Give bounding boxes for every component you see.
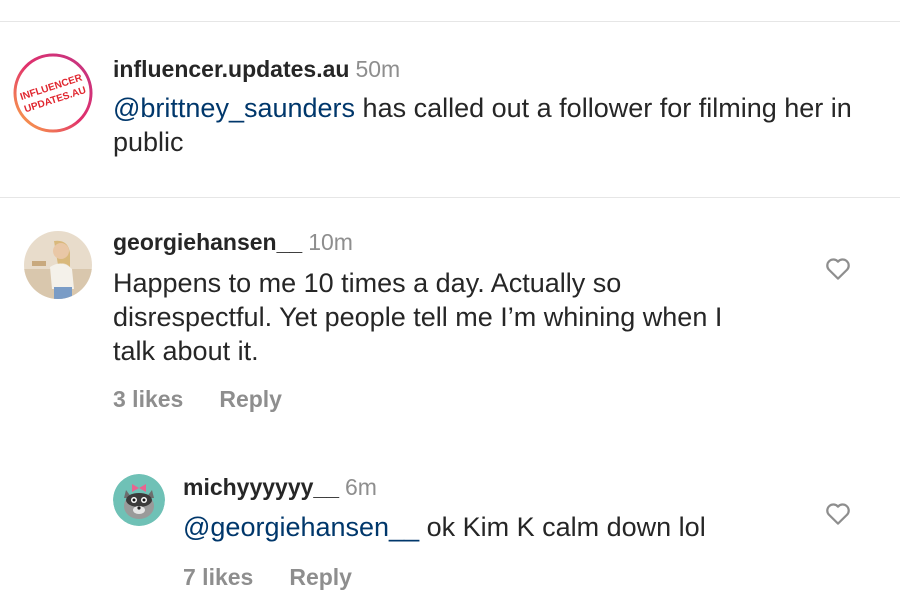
likes-count[interactable]: 7 likes — [183, 564, 253, 590]
comment-text: Happens to me 10 times a day. Actually s… — [113, 268, 723, 366]
raccoon-avatar-icon — [113, 474, 165, 526]
profile-photo-icon — [24, 231, 92, 299]
reply-body: ok Kim K calm down lol — [419, 512, 706, 542]
comment-avatar-michyyyyyy[interactable] — [113, 474, 165, 526]
reply-text: @georgiehansen__ ok Kim K calm down lol — [183, 510, 803, 544]
comment-avatar-georgiehansen[interactable] — [24, 231, 92, 299]
caption-username[interactable]: influencer.updates.au — [113, 56, 349, 82]
caption-header: influencer.updates.au 50m — [113, 56, 400, 83]
caption-divider — [0, 197, 900, 198]
top-divider — [0, 21, 900, 22]
caption-text: @brittney_saunders has called out a foll… — [113, 91, 883, 159]
like-heart-icon[interactable] — [823, 253, 853, 283]
like-heart-icon[interactable] — [823, 498, 853, 528]
reply-username[interactable]: michyyyyyy__ — [183, 474, 339, 500]
influencer-updates-logo: INFLUENCER UPDATES.AU — [13, 53, 93, 133]
reply-button[interactable]: Reply — [289, 564, 352, 590]
reply-header: michyyyyyy__ 6m — [183, 474, 377, 501]
comment-username[interactable]: georgiehansen__ — [113, 229, 302, 255]
reply-mention-link[interactable]: @georgiehansen__ — [183, 512, 419, 542]
reply-time: 6m — [345, 474, 377, 500]
comment-header: georgiehansen__ 10m — [113, 229, 353, 256]
caption-mention-link[interactable]: @brittney_saunders — [113, 93, 355, 123]
reply-actions: 7 likes Reply — [183, 564, 388, 591]
comment-time: 10m — [308, 229, 353, 255]
likes-count[interactable]: 3 likes — [113, 386, 183, 412]
caption-time: 50m — [355, 56, 401, 82]
caption-avatar[interactable]: INFLUENCER UPDATES.AU — [13, 53, 93, 133]
comment-actions: 3 likes Reply — [113, 386, 318, 413]
reply-button[interactable]: Reply — [219, 386, 282, 412]
